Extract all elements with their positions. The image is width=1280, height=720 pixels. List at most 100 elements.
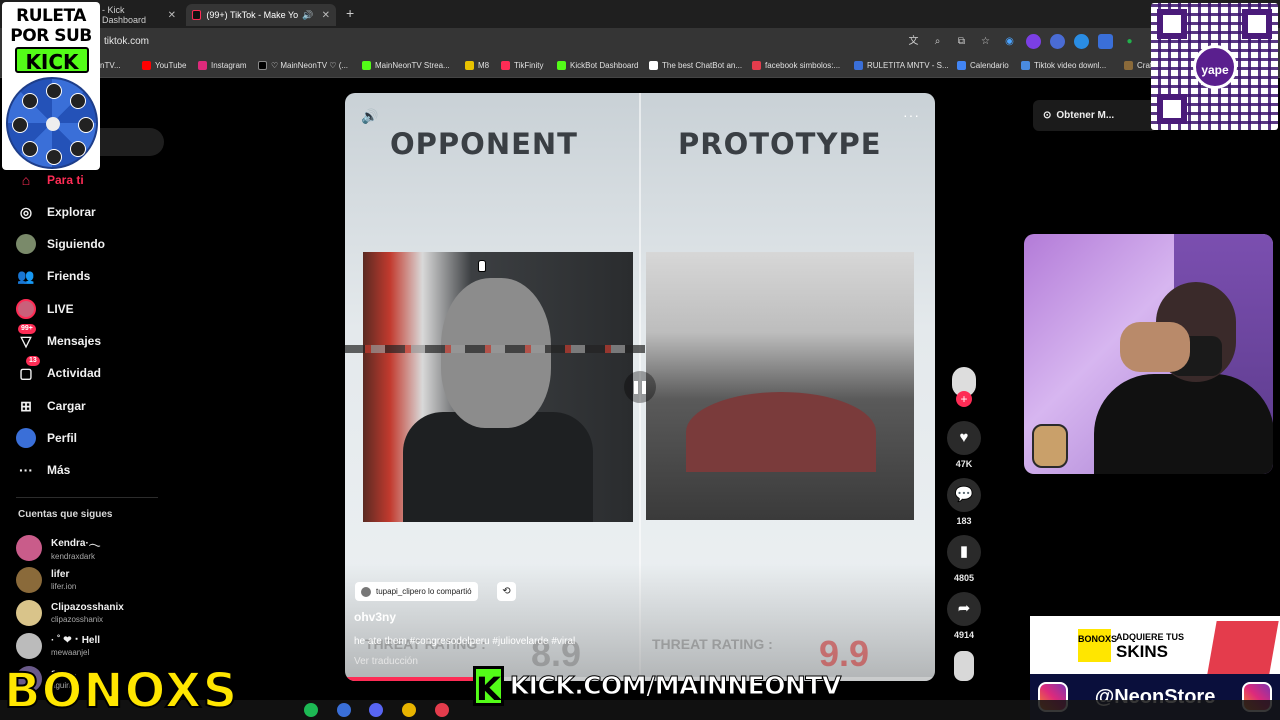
comment-icon: 💬	[947, 478, 981, 512]
bookmark-item[interactable]: Instagram	[198, 61, 247, 70]
bookmark-item[interactable]: RULETITA MNTV - S...	[854, 61, 949, 70]
volume-icon[interactable]: 🔊	[361, 108, 378, 125]
bookmark-icon: ▮	[947, 535, 981, 569]
following-account[interactable]: Clipazosshanix clipazosshanix	[16, 600, 124, 626]
bookmark-item[interactable]: The best ChatBot an...	[649, 61, 742, 70]
bookmark-item[interactable]: KickBot Dashboard	[557, 61, 638, 70]
congress-photo	[646, 252, 914, 520]
extension-icon[interactable]	[1050, 34, 1065, 49]
wheel-segment	[12, 117, 28, 133]
bookmark-star-icon[interactable]: ☆	[978, 34, 993, 49]
yape-logo: yape	[1193, 45, 1237, 89]
video-player[interactable]: OPPONENT PROTOTYPE 🔊 ··· THREAT RATING :…	[345, 93, 935, 681]
extension-icon[interactable]	[1074, 34, 1089, 49]
comment-button[interactable]: 💬 183	[947, 478, 981, 526]
get-app-button[interactable]: ⊙ Obtener M...	[1033, 100, 1157, 131]
roulette-title: RULETA	[16, 6, 86, 26]
extension-icon[interactable]: ◉	[1002, 34, 1017, 49]
extension-icon[interactable]: ●	[1122, 34, 1137, 49]
chrome-icon[interactable]	[402, 703, 416, 717]
nav-actividad[interactable]: ▢ 13 Actividad	[16, 356, 101, 383]
bookmark-item[interactable]: facebook simbolos:...	[752, 61, 840, 70]
opponent-title: OPPONENT	[390, 127, 578, 161]
chatbot-icon	[649, 61, 658, 70]
nav-live[interactable]: LIVE	[16, 299, 74, 319]
more-options-icon[interactable]: ···	[903, 107, 920, 123]
nav-cargar[interactable]: ⊞ Cargar	[16, 396, 86, 416]
kick-channel-banner: K KICK.COM/MAINNEONTV	[473, 663, 842, 708]
url-field[interactable]: tiktok.com	[104, 36, 149, 47]
like-button[interactable]: ♥ 47K	[947, 421, 981, 469]
yape-qr-code: yape	[1151, 3, 1278, 130]
following-account[interactable]: Kendra·𓂃 kendraxdark	[16, 534, 100, 561]
wheel-segment	[22, 93, 38, 109]
grid-icon	[854, 61, 863, 70]
bookmark-item[interactable]: YouTube	[142, 61, 186, 70]
follow-plus-icon[interactable]: +	[956, 391, 972, 407]
roulette-subtitle: POR SUB	[10, 26, 92, 46]
extension-icon[interactable]	[1098, 34, 1113, 49]
messages-badge: 99+	[18, 324, 36, 334]
pause-button[interactable]	[624, 371, 656, 403]
bookmark-item[interactable]: M8	[465, 61, 489, 70]
install-icon[interactable]: ⧉	[954, 34, 969, 49]
repost-icon[interactable]: ⟲	[497, 582, 516, 601]
opera-icon[interactable]	[435, 703, 449, 717]
app-icon: ⊙	[1043, 110, 1052, 121]
video-author[interactable]: ohv3ny	[354, 610, 396, 624]
nav-para-ti[interactable]: ⌂ Para ti	[16, 170, 84, 190]
new-tab-button[interactable]: +	[346, 5, 354, 21]
glitch-effect	[345, 345, 645, 353]
streamer-body	[1094, 374, 1273, 474]
avatar	[16, 534, 42, 561]
activity-icon: ▢ 13	[16, 356, 40, 383]
following-account[interactable]: lifer lifer.ion	[16, 567, 76, 593]
bookmark-item[interactable]: Tiktok video downl...	[1021, 61, 1106, 70]
share-button[interactable]: ➦ 4914	[947, 592, 981, 640]
tab-kick-dashboard[interactable]: - Kick Dashboard ✕	[96, 4, 182, 26]
discord-icon[interactable]	[369, 703, 383, 717]
wheel-segment	[46, 149, 62, 165]
following-account[interactable]: · ˚ ❤ ⠂Hell mewaanjel	[16, 633, 100, 659]
nav-perfil[interactable]: Perfil	[16, 428, 77, 448]
bookmark-item[interactable]: Craf	[1124, 61, 1152, 70]
instagram-icon	[198, 61, 207, 70]
close-tab-icon[interactable]: ✕	[168, 10, 176, 21]
following-heading: Cuentas que sigues	[18, 509, 113, 520]
qr-corner	[1157, 9, 1187, 39]
nav-mas[interactable]: ··· Más	[16, 460, 70, 480]
repost-badge[interactable]: tupapi_clipero lo compartió	[355, 582, 478, 601]
nav-mensajes[interactable]: ▽ 99+ Mensajes	[16, 324, 101, 351]
bookmark-item[interactable]: MainNeonTV Strea...	[362, 61, 450, 70]
translate-icon[interactable]: 文	[906, 34, 921, 49]
speaker-icon[interactable]: 🔊	[302, 10, 313, 21]
spotify-icon[interactable]	[304, 703, 318, 717]
close-tab-icon[interactable]: ✕	[322, 10, 330, 21]
bookmark-item[interactable]: nTV...	[100, 61, 121, 70]
avatar	[16, 633, 42, 659]
nav-friends[interactable]: 👥 Friends	[16, 266, 90, 286]
extension-icon[interactable]	[1026, 34, 1041, 49]
screen: - Kick Dashboard ✕ (99+) TikTok - Make Y…	[0, 0, 1280, 720]
bonoxs-logo-large: BONOXS	[3, 662, 239, 720]
bookmark-item[interactable]: ♡ MainNeonTV ♡ (...	[258, 61, 348, 70]
zoom-icon[interactable]: ⌕	[930, 34, 945, 49]
tikfinity-icon	[501, 61, 510, 70]
address-bar: tiktok.com 文 ⌕ ⧉ ☆ ◉ ●	[0, 28, 1280, 56]
repost-avatar	[361, 586, 371, 597]
save-button[interactable]: ▮ 4805	[947, 535, 981, 583]
address-bar-actions: 文 ⌕ ⧉ ☆ ◉ ●	[906, 34, 1137, 49]
more-icon: ···	[19, 462, 33, 478]
app-icon[interactable]	[337, 703, 351, 717]
translate-link[interactable]: Ver traducción	[354, 656, 418, 667]
tab-tiktok[interactable]: (99+) TikTok - Make Your Da 🔊 ✕	[186, 4, 336, 26]
mouse-cursor	[478, 260, 486, 272]
bookmark-item[interactable]: TikFinity	[501, 61, 543, 70]
kick-url: KICK.COM/MAINNEONTV	[509, 671, 842, 701]
comment-count: 183	[956, 516, 972, 526]
x-icon	[258, 61, 267, 70]
nav-siguiendo[interactable]: Siguiendo	[16, 234, 105, 254]
nav-explorar[interactable]: ◎ Explorar	[16, 202, 96, 222]
music-disc-icon[interactable]	[954, 651, 974, 681]
bookmark-item[interactable]: Calendario	[957, 61, 1009, 70]
